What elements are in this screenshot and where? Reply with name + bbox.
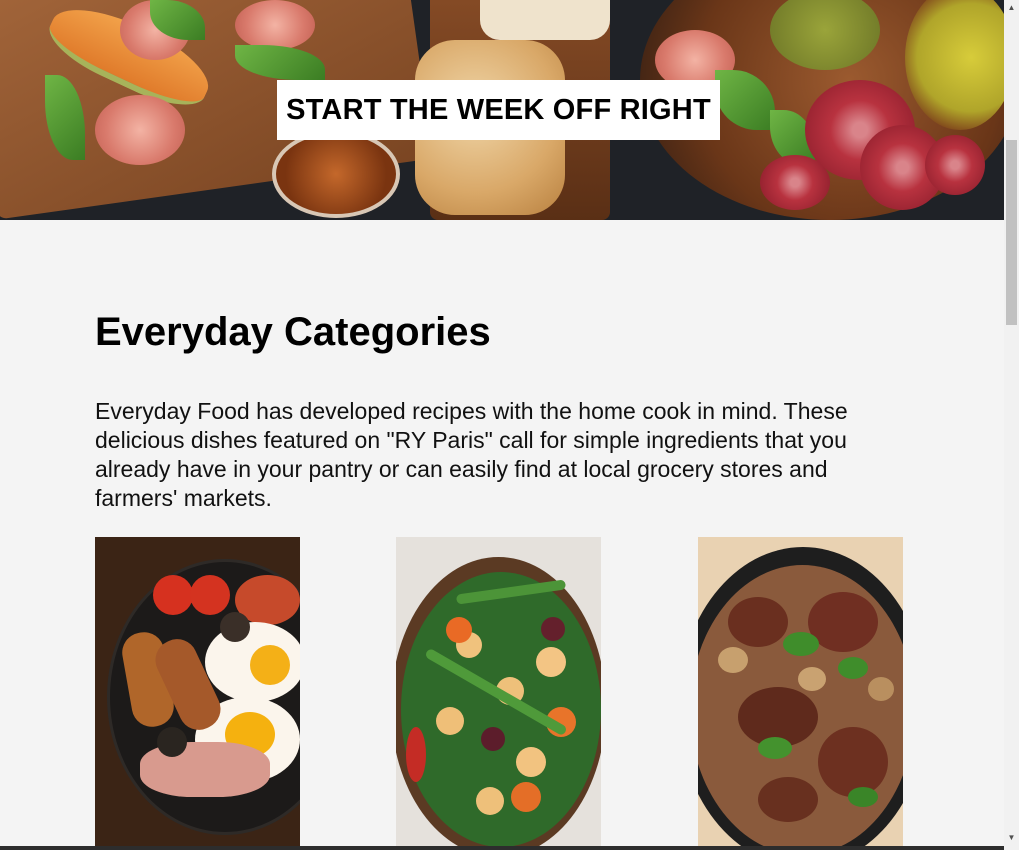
parsley — [783, 632, 819, 656]
category-card-image[interactable] — [698, 537, 903, 850]
mushroom — [157, 727, 187, 757]
category-card-image[interactable] — [396, 537, 601, 850]
prosciutto — [818, 727, 888, 797]
egg-yolk — [250, 645, 290, 685]
bread-slice — [480, 0, 610, 40]
cherry-tomato — [446, 617, 472, 643]
section-title: Everyday Categories — [95, 310, 491, 354]
scroll-down-icon[interactable]: ▼ — [1004, 830, 1019, 845]
prosciutto — [758, 777, 818, 822]
window-bottom-edge — [0, 846, 1004, 850]
vertical-scrollbar[interactable]: ▲ ▼ — [1004, 0, 1019, 850]
salami-slice — [925, 135, 985, 195]
red-pepper — [406, 727, 426, 782]
scroll-thumb[interactable] — [1006, 140, 1017, 325]
hero-banner: START THE WEEK OFF RIGHT — [0, 0, 1004, 220]
chickpea — [536, 647, 566, 677]
cherry-tomato — [511, 782, 541, 812]
parsley — [838, 657, 868, 679]
prosciutto — [728, 597, 788, 647]
prosciutto — [95, 95, 185, 165]
section-intro: Everyday Food has developed recipes with… — [95, 398, 848, 511]
chickpea — [436, 707, 464, 735]
category-card-image[interactable] — [95, 537, 300, 850]
mushroom — [220, 612, 250, 642]
tomato — [153, 575, 193, 615]
mushroom — [868, 677, 894, 701]
mushroom — [798, 667, 826, 691]
scroll-up-icon[interactable]: ▲ — [1004, 0, 1019, 15]
salami-slice — [760, 155, 830, 210]
kidney-bean — [541, 617, 565, 641]
hero-title: START THE WEEK OFF RIGHT — [277, 80, 720, 140]
prosciutto — [235, 0, 315, 50]
chickpea — [476, 787, 504, 815]
parsley — [758, 737, 792, 759]
parsley — [848, 787, 878, 807]
mushroom — [718, 647, 748, 673]
kidney-bean — [481, 727, 505, 751]
tomato — [190, 575, 230, 615]
chickpea — [516, 747, 546, 777]
honey-jar — [272, 130, 400, 218]
